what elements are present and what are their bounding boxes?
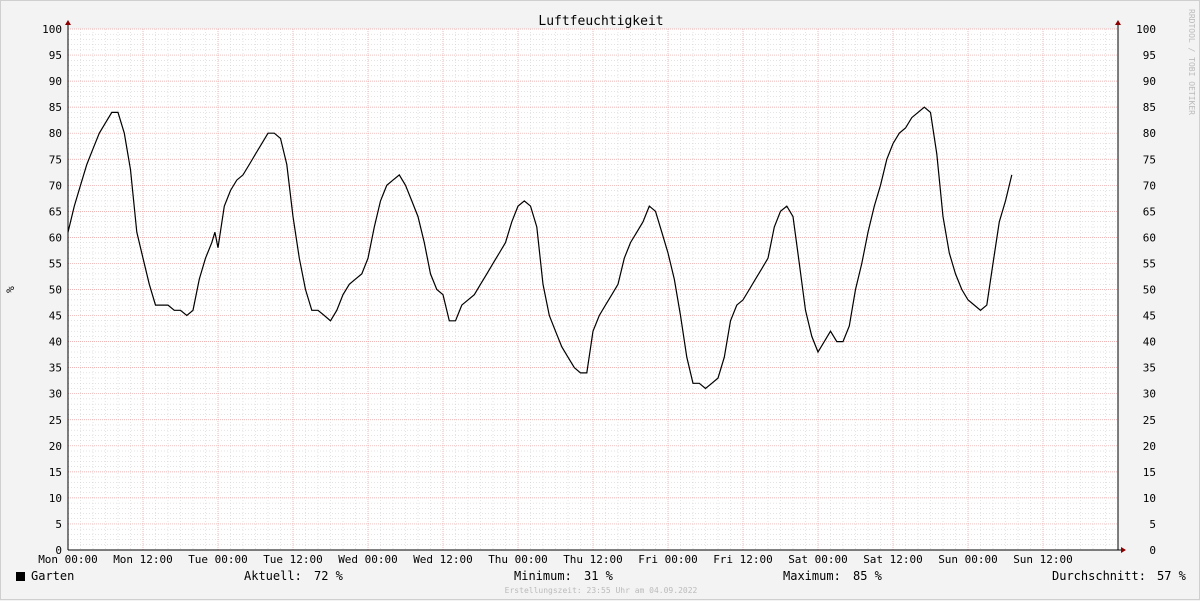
y-tick-label-left: 100 <box>42 23 62 36</box>
y-tick-label-left: 75 <box>49 153 62 166</box>
stat-minimum-value: 31 % <box>584 569 613 583</box>
y-tick-label-right: 40 <box>1143 336 1156 349</box>
stat-minimum-label: Minimum: <box>514 569 572 583</box>
y-tick-label-right: 70 <box>1143 179 1156 192</box>
y-tick-label-left: 60 <box>49 231 62 244</box>
stat-average-label: Durchschnitt: <box>1052 569 1146 583</box>
y-tick-label-right: 100 <box>1136 23 1156 36</box>
y-axis-right-arrow <box>1115 20 1121 25</box>
y-tick-label-left: 95 <box>49 49 62 62</box>
footer-timestamp: Erstellungszeit: 23:55 Uhr am 04.09.2022 <box>505 586 698 595</box>
y-tick-label-left: 90 <box>49 75 62 88</box>
y-axis-left-arrow <box>65 20 71 25</box>
y-tick-label-left: 15 <box>49 466 62 479</box>
y-tick-label-right: 45 <box>1143 310 1156 323</box>
y-tick-label-right: 0 <box>1149 544 1156 557</box>
stat-current-label: Aktuell: <box>244 569 302 583</box>
y-tick-label-right: 90 <box>1143 75 1156 88</box>
y-tick-label-left: 5 <box>55 518 62 531</box>
stat-maximum-label: Maximum: <box>783 569 841 583</box>
x-axis-arrow <box>1121 547 1126 553</box>
y-tick-label-right: 65 <box>1143 205 1156 218</box>
y-tick-label-right: 25 <box>1143 414 1156 427</box>
stat-average-value: 57 % <box>1157 569 1186 583</box>
legend: Garten Aktuell: 72 % Minimum: 31 % Maxim… <box>1 565 1200 585</box>
y-tick-label-left: 30 <box>49 388 62 401</box>
y-tick-label-right: 60 <box>1143 231 1156 244</box>
stat-current-value: 72 % <box>314 569 343 583</box>
y-tick-label-left: 35 <box>49 362 62 375</box>
y-tick-label-right: 85 <box>1143 101 1156 114</box>
y-tick-label-left: 50 <box>49 284 62 297</box>
y-tick-label-right: 20 <box>1143 440 1156 453</box>
legend-swatch <box>16 572 25 581</box>
stat-maximum-value: 85 % <box>853 569 882 583</box>
y-tick-label-right: 50 <box>1143 284 1156 297</box>
y-tick-label-right: 15 <box>1143 466 1156 479</box>
y-tick-label-left: 65 <box>49 205 62 218</box>
chart-title: Luftfeuchtigkeit <box>538 14 663 29</box>
y-tick-label-right: 55 <box>1143 257 1156 270</box>
y-tick-label-left: 10 <box>49 492 62 505</box>
y-axis-label: % <box>4 286 17 293</box>
y-tick-label-left: 20 <box>49 440 62 453</box>
y-tick-label-right: 95 <box>1143 49 1156 62</box>
rrdtool-side-label: RRDTOOL / TOBI OETIKER <box>1187 9 1196 115</box>
y-tick-label-right: 30 <box>1143 388 1156 401</box>
y-tick-label-right: 5 <box>1149 518 1156 531</box>
y-tick-label-left: 80 <box>49 127 62 140</box>
y-tick-label-right: 75 <box>1143 153 1156 166</box>
humidity-chart: 0 05 510 1015 1520 2025 2530 3035 3540 4045 4550 50… <box>4 9 1196 595</box>
y-tick-label-right: 35 <box>1143 362 1156 375</box>
y-tick-label-left: 70 <box>49 179 62 192</box>
y-tick-label-left: 55 <box>49 257 62 270</box>
y-tick-label-left: 45 <box>49 310 62 323</box>
legend-series-name: Garten <box>31 569 75 583</box>
y-tick-label-right: 80 <box>1143 127 1156 140</box>
y-tick-label-left: 25 <box>49 414 62 427</box>
y-tick-label-right: 10 <box>1143 492 1156 505</box>
y-tick-label-left: 40 <box>49 336 62 349</box>
chart-frame: 0 0 5 5 10 10 15 15 20 20 25 25 30 30 35 35 40 40 45 45 50 50… <box>0 0 1200 600</box>
y-tick-label-left: 85 <box>49 101 62 114</box>
